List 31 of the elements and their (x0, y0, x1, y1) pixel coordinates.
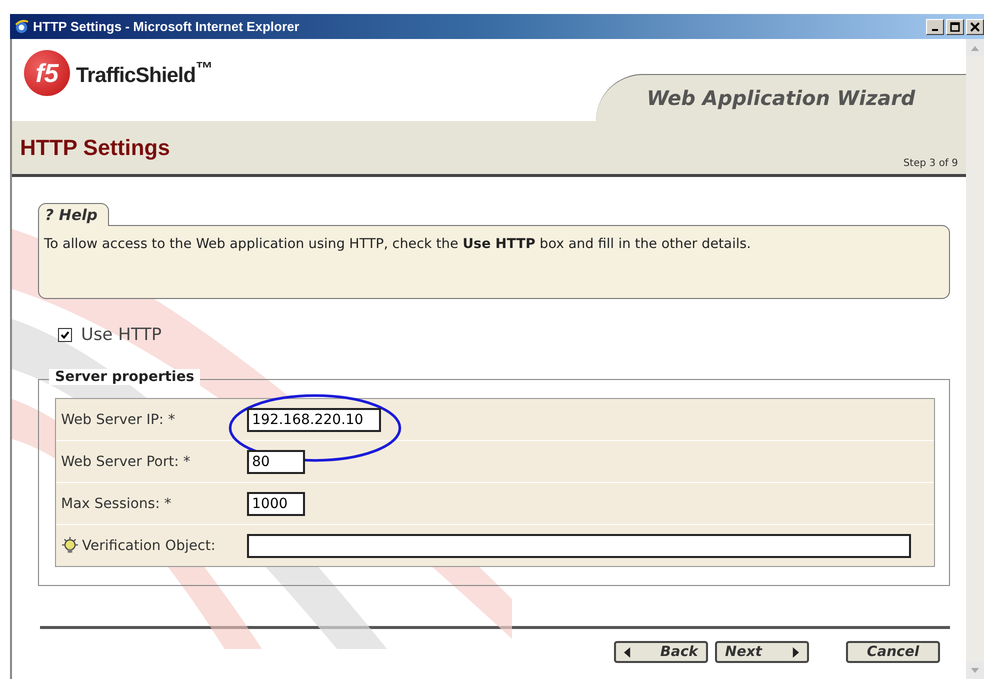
group-legend: Server properties (49, 369, 200, 385)
left-arrow-icon (624, 646, 631, 658)
maximize-button[interactable] (946, 18, 964, 34)
field-label: Max Sessions: * (61, 496, 172, 512)
input-field[interactable]: 80 (247, 450, 305, 474)
window-title: HTTP Settings - Microsoft Internet Explorer (33, 19, 300, 34)
step-indicator: Step 3 of 9 (903, 158, 958, 169)
minimize-icon (932, 28, 938, 30)
input-field[interactable]: 192.168.220.10 (247, 408, 381, 432)
cancel-button[interactable]: Cancel (846, 641, 940, 663)
input-field[interactable] (247, 534, 911, 558)
right-arrow-icon (792, 646, 799, 658)
browser-icon (14, 19, 29, 34)
close-icon (970, 22, 980, 32)
product-name: TrafficShield$^{™}$ (76, 58, 213, 88)
help-text: To allow access to the Web application using HTTP, check the Use HTTP box and fill in the other details. (44, 236, 752, 252)
wizard-banner: Web Application Wizard (596, 74, 966, 121)
close-button[interactable] (966, 18, 984, 34)
field-label: Web Server IP: * (61, 412, 176, 428)
logo-badge: f5 (24, 50, 70, 96)
next-button[interactable]: Next (715, 641, 809, 663)
minimize-button[interactable] (926, 18, 944, 34)
maximize-icon (950, 22, 960, 32)
lightbulb-icon (61, 536, 79, 554)
checkbox[interactable] (58, 328, 72, 342)
checkbox-label: Use HTTP (81, 325, 162, 345)
back-button[interactable]: Back (614, 641, 708, 663)
field-label: Verification Object: (82, 538, 216, 554)
page-title: HTTP Settings (20, 135, 170, 161)
field-label: Web Server Port: * (61, 454, 190, 470)
input-field[interactable]: 1000 (247, 492, 305, 516)
